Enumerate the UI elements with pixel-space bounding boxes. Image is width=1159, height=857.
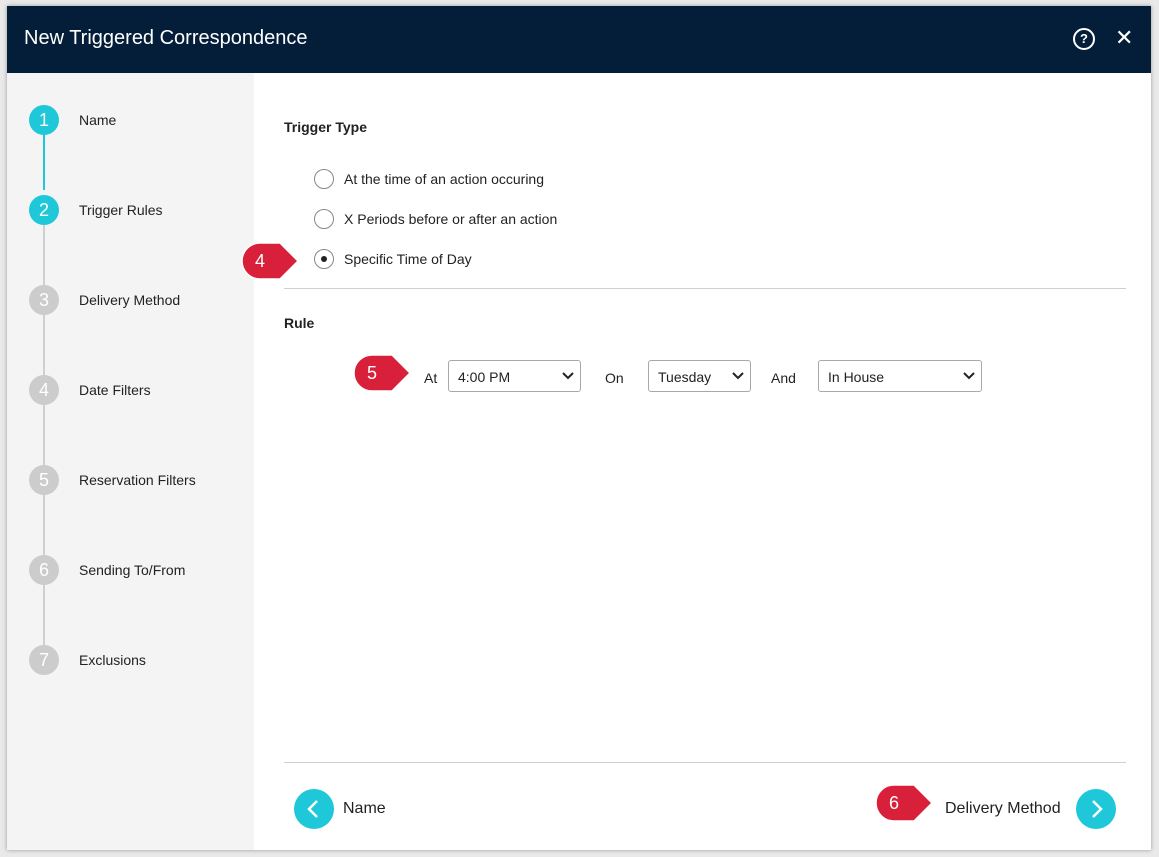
section-divider xyxy=(284,288,1126,289)
step-number: 1 xyxy=(29,105,59,135)
back-button-label[interactable]: Name xyxy=(343,800,386,818)
status-select[interactable]: In House xyxy=(818,360,982,392)
footer-divider xyxy=(284,762,1126,763)
radio-button-selected[interactable] xyxy=(314,249,334,269)
main-panel: Trigger Type At the time of an action oc… xyxy=(254,73,1151,850)
step-label: Sending To/From xyxy=(79,562,186,578)
day-select[interactable]: Tuesday xyxy=(648,360,751,392)
step-number: 5 xyxy=(29,465,59,495)
callout-5: 5 xyxy=(352,353,416,393)
radio-dot xyxy=(321,256,327,262)
step-label: Delivery Method xyxy=(79,292,181,308)
time-select[interactable]: 4:00 PM xyxy=(448,360,581,392)
at-label: At xyxy=(424,370,438,386)
chevron-down-icon xyxy=(562,372,574,380)
status-select-value: In House xyxy=(828,369,885,385)
callout-number: 4 xyxy=(254,251,265,271)
callout-number: 5 xyxy=(366,363,377,383)
dialog-title: New Triggered Correspondence xyxy=(24,27,308,49)
on-label: On xyxy=(605,370,624,386)
sidebar-step-exclusions[interactable]: 7 Exclusions xyxy=(7,645,254,675)
sidebar-step-date-filters[interactable]: 4 Date Filters xyxy=(7,375,254,405)
chevron-left-icon xyxy=(307,800,318,818)
trigger-type-heading: Trigger Type xyxy=(284,119,367,135)
and-label: And xyxy=(771,370,796,386)
step-label: Reservation Filters xyxy=(79,472,196,488)
step-number: 6 xyxy=(29,555,59,585)
step-number: 3 xyxy=(29,285,59,315)
time-select-value: 4:00 PM xyxy=(458,369,511,385)
back-button[interactable] xyxy=(294,789,334,829)
chevron-right-icon xyxy=(1092,800,1103,818)
help-icon[interactable]: ? xyxy=(1073,28,1095,50)
step-label: Name xyxy=(79,112,117,128)
step-label: Date Filters xyxy=(79,382,151,398)
chevron-down-icon xyxy=(963,372,975,380)
sidebar-step-sending-to-from[interactable]: 6 Sending To/From xyxy=(7,555,254,585)
step-number: 7 xyxy=(29,645,59,675)
radio-button[interactable] xyxy=(314,169,334,189)
close-icon[interactable]: ✕ xyxy=(1115,26,1133,50)
callout-number: 6 xyxy=(888,793,899,813)
next-button-label[interactable]: Delivery Method xyxy=(945,800,1061,818)
sidebar-step-delivery-method[interactable]: 3 Delivery Method xyxy=(7,285,254,315)
radio-label: X Periods before or after an action xyxy=(344,211,558,227)
wizard-sidebar: 1 Name 2 Trigger Rules 3 Delivery Method… xyxy=(7,73,254,850)
radio-label: Specific Time of Day xyxy=(344,251,472,267)
chevron-down-icon xyxy=(732,372,744,380)
rule-heading: Rule xyxy=(284,315,315,331)
dialog: New Triggered Correspondence ? ✕ 1 Name … xyxy=(7,6,1151,850)
sidebar-step-reservation-filters[interactable]: 5 Reservation Filters xyxy=(7,465,254,495)
callout-6: 6 xyxy=(874,783,938,823)
step-number: 2 xyxy=(29,195,59,225)
radio-label: At the time of an action occuring xyxy=(344,171,544,187)
radio-button[interactable] xyxy=(314,209,334,229)
sidebar-step-trigger-rules[interactable]: 2 Trigger Rules xyxy=(7,195,254,225)
next-button[interactable] xyxy=(1076,789,1116,829)
callout-4: 4 xyxy=(240,241,304,281)
step-label: Exclusions xyxy=(79,652,146,668)
step-label: Trigger Rules xyxy=(79,202,163,218)
sidebar-step-name[interactable]: 1 Name xyxy=(7,105,254,135)
title-bar: New Triggered Correspondence ? ✕ xyxy=(7,6,1151,73)
day-select-value: Tuesday xyxy=(658,369,712,385)
step-number: 4 xyxy=(29,375,59,405)
